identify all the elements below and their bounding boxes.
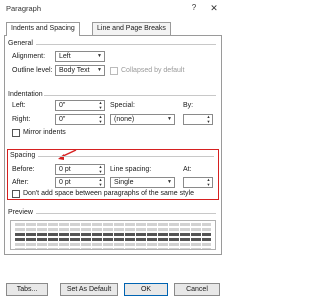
divider — [36, 44, 216, 45]
close-button[interactable]: ✕ — [208, 2, 220, 14]
dont-add-space-checkbox[interactable] — [12, 190, 20, 198]
red-arrow-icon — [58, 149, 77, 160]
preview-pane — [10, 220, 216, 250]
spinner-arrows-icon: ▲ ▼ — [98, 177, 103, 187]
outline-level-label: Outline level: — [12, 67, 53, 74]
right-indent-label: Right: — [12, 116, 31, 123]
tab-line-and-page-breaks[interactable]: Line and Page Breaks — [92, 22, 171, 35]
outline-level-dropdown[interactable]: Body Text ▼ — [55, 65, 105, 76]
left-indent-spinner[interactable]: 0" ▲ ▼ — [55, 100, 105, 111]
preview-line — [15, 248, 211, 249]
spacing-after-spinner[interactable]: 0 pt ▲ ▼ — [55, 177, 105, 188]
special-dropdown[interactable]: (none) ▼ — [110, 114, 175, 125]
spacing-before-value: 0 pt — [59, 166, 71, 173]
at-label: At: — [183, 166, 192, 173]
spinner-arrows-icon: ▲ ▼ — [98, 114, 103, 124]
collapsed-by-default-label: Collapsed by default — [121, 67, 185, 74]
right-indent-value: 0" — [59, 116, 66, 123]
spacing-after-label: After: — [12, 179, 29, 186]
mirror-indents-label: Mirror indents — [23, 129, 66, 136]
cancel-button[interactable]: Cancel — [174, 283, 220, 296]
window-title: Paragraph — [6, 4, 42, 13]
left-indent-label: Left: — [12, 102, 26, 109]
preview-line — [15, 228, 211, 231]
outline-level-value: Body Text — [59, 67, 90, 74]
spacing-before-label: Before: — [12, 166, 35, 173]
chevron-down-icon: ▼ — [97, 53, 102, 59]
alignment-value: Left — [59, 53, 71, 60]
by-spinner[interactable]: ▲ ▼ — [183, 114, 213, 125]
preview-line — [15, 243, 211, 246]
set-as-default-button[interactable]: Set As Default — [60, 283, 118, 296]
title-bar: Paragraph ? ✕ — [0, 0, 226, 17]
preview-heading: Preview — [8, 209, 33, 216]
tab-indents-and-spacing[interactable]: Indents and Spacing — [6, 22, 80, 36]
divider — [44, 95, 216, 96]
chevron-down-icon: ▼ — [167, 179, 172, 185]
by-label: By: — [183, 102, 194, 109]
divider — [36, 213, 216, 214]
preview-line — [15, 238, 211, 241]
spinner-arrows-icon: ▲ ▼ — [206, 114, 211, 124]
chevron-down-icon: ▼ — [97, 67, 102, 73]
divider — [38, 156, 214, 157]
dont-add-space-label: Don't add space between paragraphs of th… — [23, 190, 194, 197]
mirror-indents-checkbox[interactable] — [12, 129, 20, 137]
special-label: Special: — [110, 102, 135, 109]
spacing-after-value: 0 pt — [59, 179, 71, 186]
ok-button[interactable]: OK — [124, 283, 168, 296]
spinner-arrows-icon: ▲ ▼ — [98, 100, 103, 110]
left-indent-value: 0" — [59, 102, 66, 109]
alignment-label: Alignment: — [12, 53, 46, 60]
line-spacing-dropdown[interactable]: Single ▼ — [110, 177, 175, 188]
special-value: (none) — [114, 116, 135, 123]
at-spinner[interactable]: ▲ ▼ — [183, 177, 213, 188]
general-heading: General — [8, 40, 33, 47]
right-indent-spinner[interactable]: 0" ▲ ▼ — [55, 114, 105, 125]
spacing-heading: Spacing — [10, 152, 36, 159]
preview-line — [15, 223, 211, 226]
alignment-dropdown[interactable]: Left ▼ — [55, 51, 105, 62]
indentation-heading: Indentation — [8, 91, 43, 98]
tab-label: Indents and Spacing — [11, 25, 75, 32]
chevron-down-icon: ▼ — [167, 116, 172, 122]
tabs-button[interactable]: Tabs... — [6, 283, 48, 296]
tab-label: Line and Page Breaks — [97, 25, 166, 32]
spinner-arrows-icon: ▲ ▼ — [98, 164, 103, 174]
preview-line — [15, 233, 211, 236]
line-spacing-label: Line spacing: — [110, 166, 152, 173]
spinner-arrows-icon: ▲ ▼ — [206, 177, 211, 187]
line-spacing-value: Single — [114, 179, 134, 186]
collapsed-by-default-checkbox[interactable] — [110, 67, 118, 75]
spacing-before-spinner[interactable]: 0 pt ▲ ▼ — [55, 164, 105, 175]
help-button[interactable]: ? — [188, 2, 200, 14]
